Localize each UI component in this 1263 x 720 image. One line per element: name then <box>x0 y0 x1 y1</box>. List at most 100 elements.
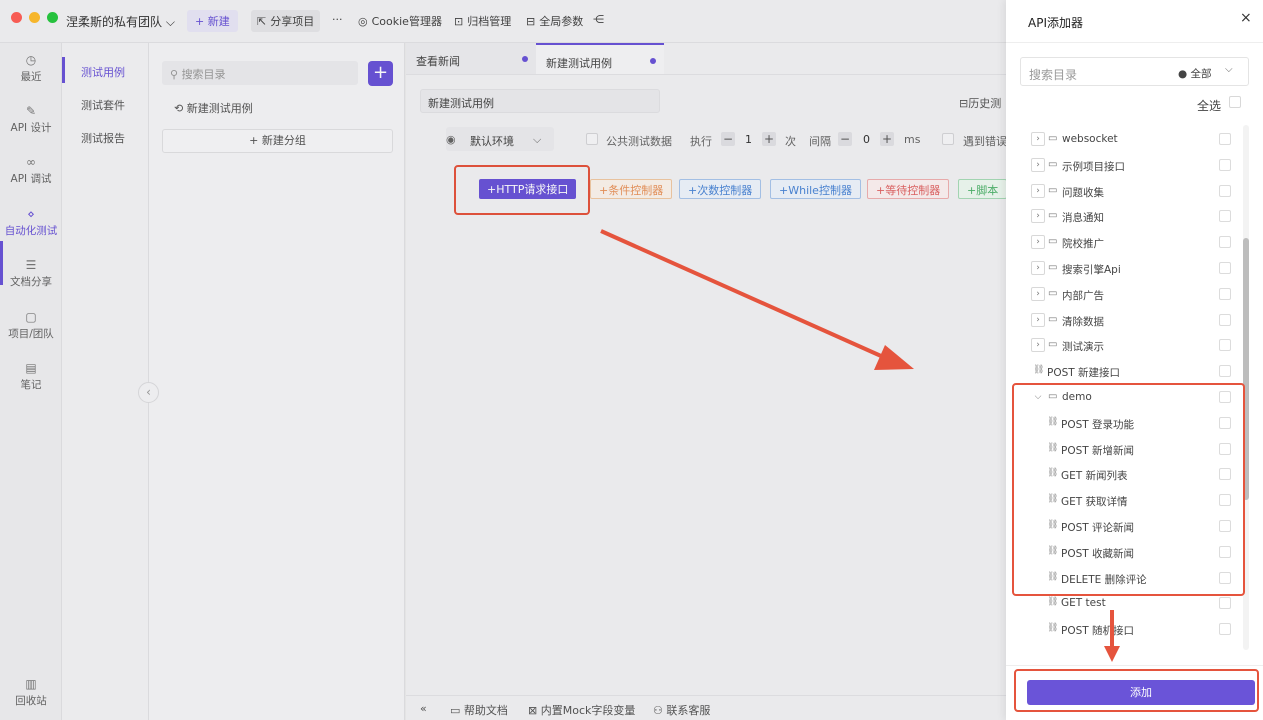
more-button[interactable]: ··· <box>332 13 343 26</box>
case-name-input[interactable]: 新建测试用例 <box>420 89 660 113</box>
nav-item-api-debug[interactable]: ∞ API 调试 <box>0 155 62 186</box>
close-icon[interactable]: × <box>1240 10 1252 26</box>
subnav-item-test-cases[interactable]: 测试用例 <box>81 64 125 80</box>
user-icon: ⚇ <box>653 704 667 717</box>
chevron-right-icon[interactable]: › <box>1031 286 1045 301</box>
add-wait-controller-button[interactable]: +等待控制器 <box>867 179 950 199</box>
tab-new-case[interactable]: 新建测试用例 <box>536 43 664 74</box>
nav-item-notes[interactable]: ▤ 笔记 <box>0 361 62 392</box>
chevron-down-icon: ⌵ <box>165 15 175 29</box>
chevron-right-icon[interactable]: › <box>1031 338 1045 353</box>
nav-item-project-team[interactable]: ▢ 项目/团队 <box>0 310 62 341</box>
add-http-request-button[interactable]: +HTTP请求接口 <box>479 179 577 199</box>
nav-item-trash[interactable]: ▥ 回收站 <box>0 677 62 708</box>
chevron-right-icon[interactable]: › <box>1031 235 1045 250</box>
tree-item-checkbox[interactable] <box>1219 158 1231 171</box>
subnav-item-test-suites[interactable]: 测试套件 <box>81 97 125 113</box>
chevron-right-icon[interactable]: › <box>1031 157 1045 172</box>
close-window-icon[interactable] <box>11 12 22 23</box>
tree-item-checkbox[interactable] <box>1219 597 1231 610</box>
team-switcher[interactable]: 涅柔斯的私有团队 ⌵ <box>66 13 175 30</box>
tab-view-news[interactable]: 查看新闻 <box>406 43 536 74</box>
mock-vars-link[interactable]: ⊠ 内置Mock字段变量 <box>528 702 635 718</box>
left-nav: ◷ 最近 ✎ API 设计 ∞ API 调试 ⋄ 自动化测试 ☰ 文档分享 ▢ … <box>0 43 62 720</box>
folder-tree-item[interactable]: › ▭ 内部广告 <box>1006 285 1246 305</box>
menu-collapse-icon[interactable]: ⋲ <box>593 13 604 26</box>
nav-item-recent[interactable]: ◷ 最近 <box>0 53 62 84</box>
folder-tree-item[interactable]: › ▭ 清除数据 <box>1006 311 1246 331</box>
nav-item-api-design[interactable]: ✎ API 设计 <box>0 104 62 135</box>
api-tree-item[interactable]: ⛓ POST 随机接口 <box>1006 620 1246 640</box>
chevron-right-icon[interactable]: › <box>1031 312 1045 327</box>
cookie-manager-button[interactable]: ◎ Cookie管理器 <box>358 13 442 29</box>
nav-item-doc-share[interactable]: ☰ 文档分享 <box>0 258 62 289</box>
tree-item-checkbox[interactable] <box>1219 210 1231 223</box>
interval-increment-button[interactable]: + <box>880 132 894 146</box>
folder-tree-item[interactable]: › ▭ 测试演示 <box>1006 336 1246 356</box>
add-while-controller-button[interactable]: +While控制器 <box>770 179 861 199</box>
api-tree-item[interactable]: ⛓ POST 新建接口 <box>1006 362 1246 382</box>
select-all-checkbox[interactable] <box>1229 96 1241 108</box>
tree-item-checkbox[interactable] <box>1219 184 1231 197</box>
times-unit: 次 <box>785 135 796 148</box>
tree-item-checkbox[interactable] <box>1219 365 1231 378</box>
tree-item-checkbox[interactable] <box>1219 313 1231 326</box>
case-search-input[interactable]: ⚲ 搜索目录 <box>162 61 358 85</box>
folder-tree-item[interactable]: › ▭ websocket <box>1006 130 1246 150</box>
folder-tree-item[interactable]: › ▭ 搜索引擎Api <box>1006 259 1246 279</box>
public-data-checkbox[interactable] <box>586 133 598 145</box>
tree-item-checkbox[interactable] <box>1219 339 1231 352</box>
nav-item-automation[interactable]: ⋄ 自动化测试 <box>0 207 62 238</box>
exec-count-input[interactable]: 1 <box>745 133 752 146</box>
eye-icon: ◉ <box>446 133 456 146</box>
chevron-right-icon[interactable]: › <box>1031 183 1045 198</box>
folder-tree-item[interactable]: › ▭ 问题收集 <box>1006 182 1246 202</box>
chevron-right-icon[interactable]: › <box>1031 209 1045 224</box>
tree-item-checkbox[interactable] <box>1219 287 1231 300</box>
tree-item-checkbox[interactable] <box>1219 623 1231 636</box>
tree-item-checkbox[interactable] <box>1219 236 1231 249</box>
case-item[interactable]: ⟲ 新建测试用例 <box>174 100 253 116</box>
scope-select[interactable]: ● 全部 <box>1178 66 1212 81</box>
interval-decrement-button[interactable]: − <box>838 132 852 146</box>
add-script-button[interactable]: +脚本 <box>958 179 1008 199</box>
tree-item-label: 清除数据 <box>1062 315 1104 328</box>
interval-input[interactable]: 0 <box>863 133 870 146</box>
api-search-placeholder: 搜索目录 <box>1029 68 1078 82</box>
api-adder-drawer: API添加器 × 搜索目录 ● 全部 ⌵ 全选 › ▭ websocket › ▭ 示例项… <box>1006 0 1263 720</box>
add-case-button[interactable]: + <box>368 61 393 86</box>
add-button[interactable]: 添加 <box>1027 680 1255 705</box>
tree-item-checkbox[interactable] <box>1219 133 1231 145</box>
exec-decrement-button[interactable]: − <box>721 132 735 146</box>
tree-item-checkbox[interactable] <box>1219 262 1231 274</box>
tree-item-label: 测试演示 <box>1062 341 1104 354</box>
support-link[interactable]: ⚇ 联系客服 <box>653 702 710 718</box>
exec-increment-button[interactable]: + <box>762 132 776 146</box>
api-search-input[interactable]: 搜索目录 ● 全部 ⌵ <box>1020 57 1249 86</box>
subnav-item-test-reports[interactable]: 测试报告 <box>81 130 125 146</box>
minimize-window-icon[interactable] <box>29 12 40 23</box>
maximize-window-icon[interactable] <box>47 12 58 23</box>
chevron-right-icon[interactable]: › <box>1031 132 1045 146</box>
add-count-controller-button[interactable]: +次数控制器 <box>679 179 762 199</box>
collapse-sidebar-button[interactable]: ‹ <box>138 382 159 403</box>
folder-tree-item[interactable]: › ▭ 院校推广 <box>1006 233 1246 253</box>
api-tree-item[interactable]: ⛓ GET test <box>1006 594 1246 614</box>
history-button[interactable]: ⊟历史测 <box>959 95 1001 111</box>
share-project-button[interactable]: ⇱ 分享项目 <box>251 10 321 32</box>
chevron-right-icon[interactable]: › <box>1031 261 1045 275</box>
folder-icon: ▭ <box>1048 184 1058 196</box>
new-button[interactable]: + 新建 <box>187 10 238 32</box>
tree-item-label: 搜索引擎Api <box>1062 264 1121 276</box>
chevron-down-icon: ⌵ <box>1225 64 1233 75</box>
folder-tree-item[interactable]: › ▭ 消息通知 <box>1006 207 1246 227</box>
folder-tree-item[interactable]: › ▭ 示例项目接口 <box>1006 156 1246 176</box>
new-group-button[interactable]: + 新建分组 <box>162 129 393 153</box>
footer-collapse-button[interactable]: « <box>420 702 427 715</box>
env-label: 默认环境 <box>470 135 514 148</box>
global-params-button[interactable]: ⊟ 全局参数 <box>526 13 583 29</box>
archive-button[interactable]: ⊡ 归档管理 <box>454 13 511 29</box>
help-docs-link[interactable]: ▭ 帮助文档 <box>450 702 508 718</box>
on-error-checkbox[interactable] <box>942 133 954 145</box>
add-condition-controller-button[interactable]: +条件控制器 <box>590 179 673 199</box>
